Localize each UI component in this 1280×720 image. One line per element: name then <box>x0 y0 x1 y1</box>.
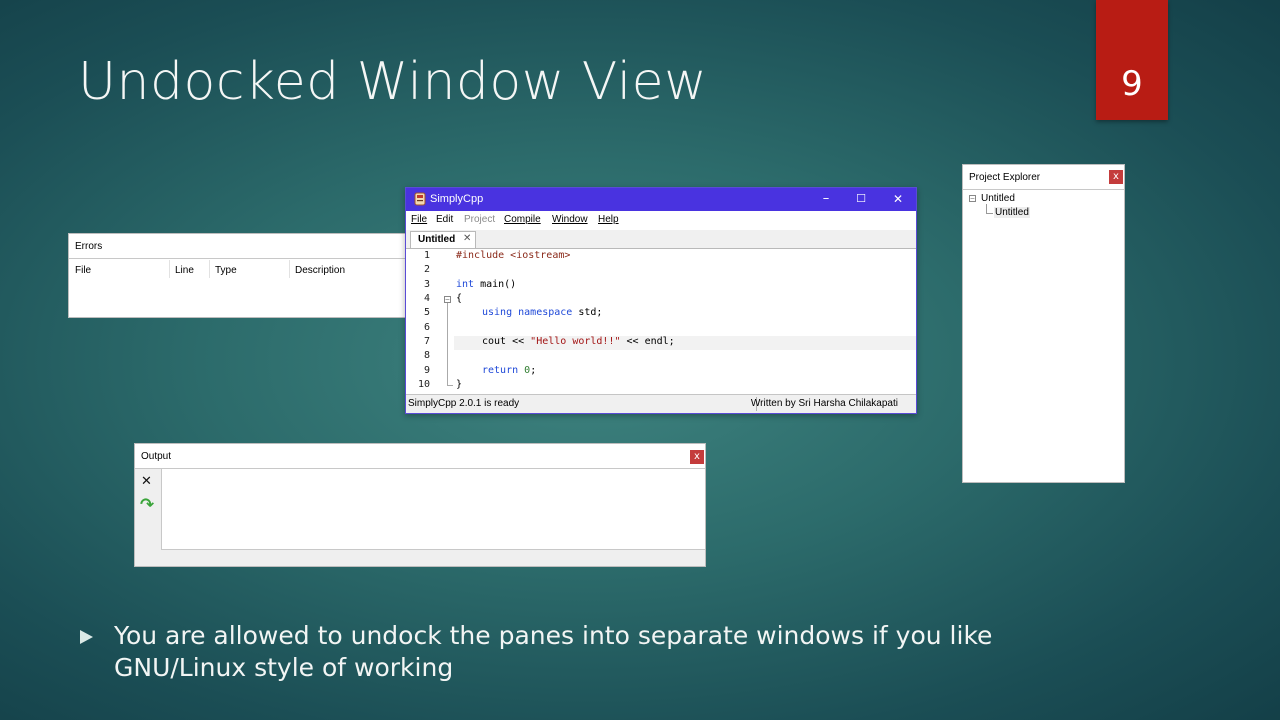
code-text: << endl; <box>620 336 675 347</box>
maximize-button[interactable]: ☐ <box>843 188 879 211</box>
menu-file[interactable]: File <box>411 214 427 225</box>
page-number-badge: 9 <box>1096 0 1168 120</box>
project-explorer-header: Project Explorer x <box>963 165 1124 190</box>
menu-edit[interactable]: Edit <box>436 214 453 225</box>
tree-collapse-icon[interactable]: – <box>969 195 976 202</box>
status-bar: SimplyCpp 2.0.1 is ready Written by Sri … <box>406 394 916 413</box>
menu-project[interactable]: Project <box>464 214 495 225</box>
output-input-bar[interactable] <box>161 549 705 566</box>
line-number: 3 <box>423 279 430 290</box>
tree-root-item[interactable]: Untitled <box>981 193 1015 204</box>
menu-compile-label: Compile <box>504 214 541 225</box>
fold-guide <box>447 303 448 385</box>
output-pane: Output x ✕ ↷ <box>134 443 706 567</box>
tree-connector <box>986 213 993 214</box>
code-line-1: #include <iostream> <box>456 250 571 261</box>
ide-window: SimplyCpp – ☐ ✕ File Edit Project Compil… <box>405 187 917 414</box>
close-icon[interactable]: x <box>690 450 704 464</box>
clear-output-icon[interactable]: ✕ <box>141 474 152 489</box>
output-text-area[interactable] <box>161 469 705 549</box>
tab-untitled[interactable]: Untitled ✕ <box>410 231 476 248</box>
tab-close-icon[interactable]: ✕ <box>463 233 471 244</box>
code-text: cout << <box>482 336 531 347</box>
line-number: 7 <box>423 336 430 347</box>
line-number: 1 <box>423 250 430 261</box>
line-number: 8 <box>423 350 430 361</box>
ide-window-title: SimplyCpp <box>430 193 484 205</box>
project-explorer-title: Project Explorer <box>969 172 1041 183</box>
code-line-4: { <box>456 293 463 304</box>
line-number: 2 <box>423 264 430 275</box>
menu-compile[interactable]: Compile <box>504 214 541 225</box>
menu-help[interactable]: Help <box>598 214 619 225</box>
code-line-5: using namespace std; <box>482 307 602 318</box>
errors-column-file[interactable]: File <box>75 265 91 276</box>
code-line-10: } <box>456 379 463 390</box>
code-line-9: return 0; <box>482 365 536 376</box>
keyword-namespace: namespace <box>518 307 573 318</box>
line-number: 9 <box>423 365 430 376</box>
menu-help-label: Help <box>598 214 619 225</box>
menu-bar: File Edit Project Compile Window Help <box>406 211 916 230</box>
menu-file-label: File <box>411 214 428 225</box>
keyword-using: using <box>482 307 513 318</box>
close-button[interactable]: ✕ <box>880 188 916 211</box>
errors-pane-header: Errors <box>69 234 407 259</box>
string-literal: "Hello world!!" <box>530 336 621 347</box>
column-divider[interactable] <box>289 260 290 278</box>
status-author: Written by Sri Harsha Chilakapati <box>750 398 898 409</box>
status-message: SimplyCpp 2.0.1 is ready <box>408 398 520 409</box>
line-number-gutter: 1 2 3 4 5 6 7 8 9 10 – <box>406 249 454 397</box>
code-text: ; <box>530 365 537 376</box>
tab-untitled-label: Untitled <box>418 234 456 245</box>
column-divider[interactable] <box>169 260 170 278</box>
tree-connector <box>986 204 987 213</box>
code-text: main() <box>474 279 517 290</box>
fold-toggle-icon[interactable]: – <box>444 296 451 303</box>
close-icon[interactable]: x <box>1109 170 1123 184</box>
errors-pane: Errors File Line Type Description <box>68 233 408 318</box>
output-toolbar: ✕ ↷ <box>135 469 161 566</box>
errors-column-description[interactable]: Description <box>295 265 345 276</box>
tree-child-item[interactable]: Untitled <box>994 207 1030 218</box>
line-number: 5 <box>423 307 430 318</box>
output-pane-title: Output <box>141 451 172 462</box>
menu-edit-label: Edit <box>436 214 454 225</box>
code-line-7: cout << "Hello world!!" << endl; <box>482 336 675 347</box>
editor-tab-strip: Untitled ✕ <box>406 230 916 249</box>
code-line-3: int main() <box>456 279 516 290</box>
line-number: 4 <box>423 293 430 304</box>
line-number: 6 <box>423 322 430 333</box>
minimize-button[interactable]: – <box>808 188 844 211</box>
code-text: std; <box>572 307 603 318</box>
fold-guide-end <box>447 385 453 386</box>
page-number: 9 <box>1121 64 1143 104</box>
errors-column-line[interactable]: Line <box>175 265 194 276</box>
menu-project-label: Project <box>464 214 496 225</box>
menu-window-label: Window <box>552 214 588 225</box>
errors-column-type[interactable]: Type <box>215 265 237 276</box>
bullet-arrow-icon <box>80 630 93 644</box>
ide-titlebar[interactable]: SimplyCpp – ☐ ✕ <box>406 188 916 211</box>
keyword-int: int <box>456 279 475 290</box>
slide-title: Undocked Window View <box>78 52 708 112</box>
errors-pane-title: Errors <box>75 241 103 252</box>
code-editor[interactable]: 1 2 3 4 5 6 7 8 9 10 – #include <iostrea… <box>406 249 916 397</box>
line-number: 10 <box>417 379 430 390</box>
menu-window[interactable]: Window <box>552 214 588 225</box>
project-explorer-pane: Project Explorer x – Untitled Untitled <box>962 164 1125 483</box>
rerun-icon[interactable]: ↷ <box>140 495 154 515</box>
bullet-text: You are allowed to undock the panes into… <box>114 621 993 682</box>
output-pane-header: Output x <box>135 444 705 469</box>
app-icon <box>414 192 426 206</box>
column-divider[interactable] <box>209 260 210 278</box>
keyword-return: return <box>482 365 519 376</box>
